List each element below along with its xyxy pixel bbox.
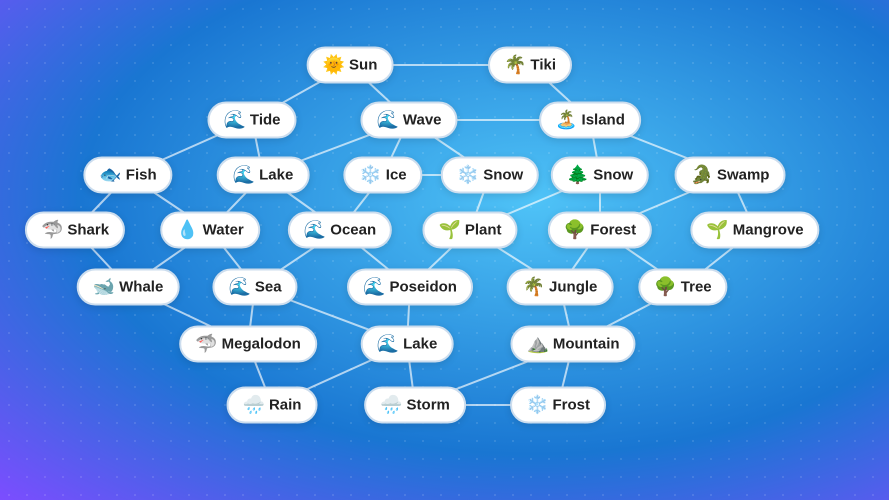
node-icon-wave: 🌊 <box>376 110 398 131</box>
node-shark[interactable]: 🦈Shark <box>25 212 125 249</box>
node-label-fish: Fish <box>126 167 157 184</box>
node-icon-swamp: 🐊 <box>691 165 713 186</box>
node-wave[interactable]: 🌊 Wave <box>360 102 457 139</box>
node-mangrove[interactable]: 🌱 Mangrove <box>690 212 819 249</box>
node-label-jungle: Jungle <box>549 279 597 296</box>
node-label-sea: Sea <box>255 279 282 296</box>
node-swamp[interactable]: 🐊Swamp <box>675 157 786 194</box>
node-icon-ice: ❄️ <box>359 165 381 186</box>
node-lake2[interactable]: 🌊Lake <box>361 326 454 363</box>
node-icon-sun: 🌞 <box>323 55 345 76</box>
node-label-tide: Tide <box>250 112 281 129</box>
node-whale[interactable]: 🐋Whale <box>77 269 180 306</box>
node-icon-lake1: 🌊 <box>233 165 255 186</box>
node-icon-snow2: 🌲 <box>567 165 589 186</box>
node-icon-plant: 🌱 <box>438 220 460 241</box>
node-poseidon[interactable]: 🌊Poseidon <box>347 269 473 306</box>
node-icon-fish: 🐟 <box>99 165 121 186</box>
node-icon-shark: 🦈 <box>41 220 63 241</box>
node-label-water: Water <box>203 222 244 239</box>
node-icon-island: 🏝️ <box>555 110 577 131</box>
node-label-plant: Plant <box>465 222 502 239</box>
node-tide[interactable]: 🌊Tide <box>208 102 297 139</box>
node-icon-whale: 🐋 <box>93 277 115 298</box>
node-fish[interactable]: 🐟 Fish <box>83 157 172 194</box>
node-label-mountain: Mountain <box>553 336 620 353</box>
node-label-whale: Whale <box>119 279 163 296</box>
node-icon-tide: 🌊 <box>224 110 246 131</box>
node-ice[interactable]: ❄️ Ice <box>343 157 422 194</box>
node-storm[interactable]: 🌧️ Storm <box>364 387 466 424</box>
node-rain[interactable]: 🌧️Rain <box>227 387 318 424</box>
node-mountain[interactable]: ⛰️ Mountain <box>510 326 635 363</box>
node-icon-frost: ❄️ <box>526 395 548 416</box>
node-ocean[interactable]: 🌊Ocean <box>288 212 392 249</box>
node-icon-megalodon: 🦈 <box>195 334 217 355</box>
node-label-shark: Shark <box>67 222 109 239</box>
node-label-ice: Ice <box>386 167 407 184</box>
node-icon-poseidon: 🌊 <box>363 277 385 298</box>
node-icon-lake2: 🌊 <box>377 334 399 355</box>
node-label-ocean: Ocean <box>330 222 376 239</box>
node-snow1[interactable]: ❄️Snow <box>441 157 539 194</box>
node-icon-tiki: 🌴 <box>504 55 526 76</box>
node-label-frost: Frost <box>552 397 590 414</box>
node-label-mangrove: Mangrove <box>733 222 804 239</box>
node-label-sun: Sun <box>349 57 377 74</box>
node-sun[interactable]: 🌞Sun <box>307 47 394 84</box>
node-icon-water: 💧 <box>176 220 198 241</box>
node-icon-jungle: 🌴 <box>523 277 545 298</box>
node-label-rain: Rain <box>269 397 302 414</box>
graph-container: 🌞Sun🌴Tiki🌊Tide🌊Wave🏝️Island🐟Fish🌊Lake❄️I… <box>0 0 889 500</box>
node-label-lake1: Lake <box>259 167 293 184</box>
node-icon-sea: 🌊 <box>228 277 250 298</box>
node-frost[interactable]: ❄️Frost <box>510 387 606 424</box>
node-label-storm: Storm <box>407 397 450 414</box>
node-icon-ocean: 🌊 <box>304 220 326 241</box>
node-label-swamp: Swamp <box>717 167 770 184</box>
node-icon-snow1: ❄️ <box>457 165 479 186</box>
node-forest[interactable]: 🌳Forest <box>548 212 652 249</box>
node-icon-tree: 🌳 <box>654 277 676 298</box>
node-snow2[interactable]: 🌲Snow <box>551 157 649 194</box>
node-label-megalodon: Megalodon <box>222 336 301 353</box>
node-label-island: Island <box>582 112 625 129</box>
node-label-forest: Forest <box>590 222 636 239</box>
node-icon-rain: 🌧️ <box>243 395 265 416</box>
node-island[interactable]: 🏝️ Island <box>539 102 641 139</box>
node-label-lake2: Lake <box>403 336 437 353</box>
node-lake1[interactable]: 🌊Lake <box>217 157 310 194</box>
connections-svg <box>0 0 889 500</box>
node-label-tree: Tree <box>681 279 712 296</box>
node-label-snow1: Snow <box>483 167 523 184</box>
node-megalodon[interactable]: 🦈 Megalodon <box>179 326 317 363</box>
node-label-tiki: Tiki <box>530 57 556 74</box>
node-icon-mountain: ⛰️ <box>526 334 548 355</box>
node-water[interactable]: 💧 Water <box>160 212 260 249</box>
node-plant[interactable]: 🌱 Plant <box>422 212 517 249</box>
node-sea[interactable]: 🌊 Sea <box>212 269 297 306</box>
node-tiki[interactable]: 🌴Tiki <box>488 47 572 84</box>
node-icon-storm: 🌧️ <box>380 395 402 416</box>
node-icon-mangrove: 🌱 <box>706 220 728 241</box>
node-label-snow2: Snow <box>593 167 633 184</box>
node-icon-forest: 🌳 <box>564 220 586 241</box>
node-label-poseidon: Poseidon <box>389 279 457 296</box>
node-label-wave: Wave <box>403 112 442 129</box>
node-jungle[interactable]: 🌴Jungle <box>507 269 614 306</box>
node-tree[interactable]: 🌳 Tree <box>638 269 727 306</box>
